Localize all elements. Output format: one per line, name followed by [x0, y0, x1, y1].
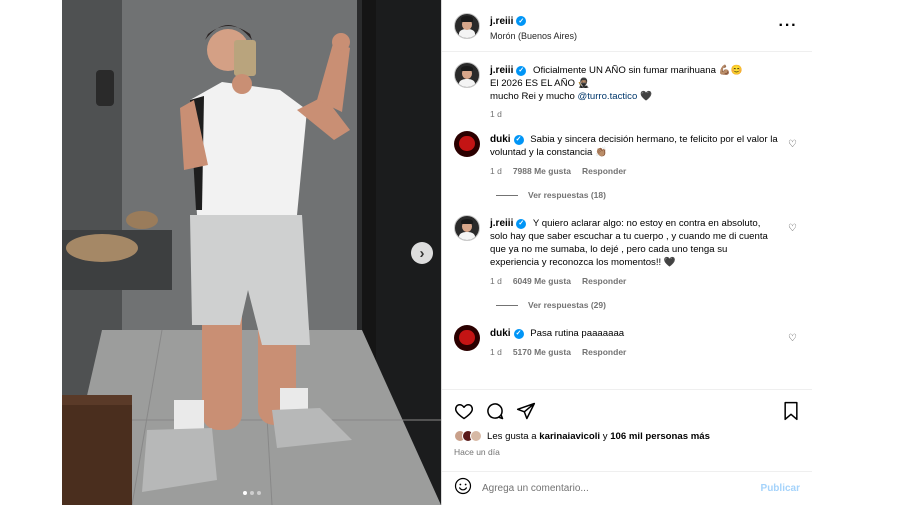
more-options-icon[interactable]: ···: [776, 17, 800, 35]
mirror-selfie-image: [62, 0, 441, 505]
comment-likes-link[interactable]: 6049 Me gusta: [513, 275, 571, 288]
comment-meta: 1 d 6049 Me gusta Responder: [490, 275, 778, 288]
verified-badge-icon: ✓: [516, 65, 527, 76]
verified-badge-icon: ✓: [516, 218, 527, 229]
comment-time: 1 d: [490, 166, 502, 176]
comment-time: 1 d: [490, 276, 502, 286]
view-replies-label[interactable]: Ver respuestas (18): [528, 190, 606, 200]
carousel-dot: [249, 491, 254, 495]
avatar[interactable]: [454, 12, 480, 39]
comment-time: 1 d: [490, 347, 502, 357]
add-comment-bar: Publicar: [442, 471, 812, 505]
comment-username[interactable]: duki ✓: [490, 133, 524, 146]
share-icon[interactable]: [516, 401, 536, 421]
comment-username[interactable]: duki ✓: [490, 327, 524, 340]
post-side-panel: j.reiii ✓ Morón (Buenos Aires) ··· j.rei…: [441, 0, 812, 505]
post-photo[interactable]: ›: [62, 0, 441, 505]
caption-line: El 2026 ES EL AÑO 🥷🏽: [490, 78, 590, 89]
carousel-dot: [256, 491, 261, 495]
reply-button[interactable]: Responder: [582, 275, 626, 288]
comment-body: duki ✓ Sabia y sincera decisión hermano, …: [490, 131, 778, 178]
likes-count-link[interactable]: 106 mil personas más: [610, 431, 710, 442]
caption-line: mucho Rei y mucho: [490, 91, 578, 102]
avatar[interactable]: [454, 215, 480, 241]
comment-likes-link[interactable]: 5170 Me gusta: [513, 346, 571, 359]
verified-badge-icon: ✓: [516, 16, 527, 26]
comment-username[interactable]: j.reiii ✓: [490, 217, 527, 230]
heart-icon[interactable]: [454, 401, 474, 421]
emoji-icon[interactable]: [454, 477, 472, 500]
post-header: j.reiii ✓ Morón (Buenos Aires) ···: [442, 0, 812, 52]
reply-button[interactable]: Responder: [582, 346, 626, 359]
author-username-text[interactable]: j.reiii: [490, 16, 513, 27]
comment-likes-link[interactable]: 7988 Me gusta: [513, 165, 571, 178]
publish-button[interactable]: Publicar: [761, 483, 800, 494]
verified-badge-icon: ✓: [513, 328, 524, 339]
caption-time: 1 d: [490, 109, 502, 119]
carousel-dot: [242, 491, 247, 495]
heart-icon[interactable]: ♡: [788, 325, 800, 359]
caption-meta: 1 d: [490, 108, 800, 121]
comment-text: duki ✓ Sabia y sincera decisión hermano, …: [490, 133, 778, 159]
comment-icon[interactable]: [485, 401, 505, 421]
caption: j.reiii ✓ Oficialmente UN AÑO sin fumar m…: [454, 62, 800, 121]
mention-link[interactable]: @turro.tactico: [577, 91, 637, 102]
heart-icon[interactable]: ♡: [788, 131, 800, 178]
comment-meta: 1 d 7988 Me gusta Responder: [490, 165, 778, 178]
comment-input[interactable]: [482, 483, 761, 494]
divider: [496, 304, 518, 306]
view-replies-label[interactable]: Ver respuestas (29): [528, 300, 606, 310]
location-link[interactable]: Morón (Buenos Aires): [490, 31, 776, 41]
view-replies-button[interactable]: Ver respuestas (29): [496, 300, 800, 310]
comment-meta: 1 d 5170 Me gusta Responder: [490, 346, 778, 359]
likes-text: Les gusta a karinaiavicoli y 106 mil per…: [487, 430, 710, 442]
author-block: j.reiii ✓ Morón (Buenos Aires): [490, 11, 776, 41]
comment-content: Pasa rutina paaaaaaa: [530, 328, 625, 339]
carousel-indicators: [62, 491, 441, 495]
post-actions: Les gusta a karinaiavicoli y 106 mil per…: [442, 389, 812, 465]
verified-badge-icon: ✓: [513, 134, 524, 145]
view-replies-button[interactable]: Ver respuestas (18): [496, 190, 800, 200]
chevron-right-icon[interactable]: ›: [411, 242, 433, 264]
comment-item: duki ✓ Sabia y sincera decisión hermano, …: [454, 131, 800, 178]
comment-text: j.reiii ✓ Y quiero aclarar algo: no estoy…: [490, 217, 778, 269]
avatar: [470, 430, 482, 442]
caption-username[interactable]: j.reiii ✓: [490, 64, 527, 77]
author-username[interactable]: j.reiii ✓: [490, 16, 527, 27]
caption-emoji: 🖤: [637, 91, 652, 102]
caption-body: j.reiii ✓ Oficialmente UN AÑO sin fumar m…: [490, 62, 800, 121]
comment-body: j.reiii ✓ Y quiero aclarar algo: no estoy…: [490, 215, 778, 288]
divider: [496, 194, 518, 196]
caption-text: j.reiii ✓ Oficialmente UN AÑO sin fumar m…: [490, 64, 800, 103]
heart-icon[interactable]: ♡: [788, 215, 800, 288]
comments-list[interactable]: j.reiii ✓ Oficialmente UN AÑO sin fumar m…: [442, 52, 812, 388]
avatar[interactable]: [454, 131, 480, 157]
likes-summary[interactable]: Les gusta a karinaiavicoli y 106 mil per…: [454, 430, 800, 442]
comment-item: j.reiii ✓ Y quiero aclarar algo: no estoy…: [454, 215, 800, 288]
liker-username[interactable]: karinaiavicoli: [539, 431, 600, 442]
comment-content: Y quiero aclarar algo: no estoy en contr…: [490, 218, 768, 268]
comment-body: duki ✓ Pasa rutina paaaaaaa 1 d 5170 Me g…: [490, 325, 778, 359]
avatar[interactable]: [454, 62, 480, 88]
caption-line: Oficialmente UN AÑO sin fumar marihuana …: [533, 65, 743, 76]
action-bar: [454, 398, 800, 424]
avatar[interactable]: [454, 325, 480, 351]
post-container: › j.reiii ✓ Morón (Buenos Aires) ··· j.r…: [62, 0, 812, 505]
bookmark-icon[interactable]: [782, 401, 800, 421]
comment-content: Sabia y sincera decisión hermano, te fel…: [490, 134, 778, 158]
reply-button[interactable]: Responder: [582, 165, 626, 178]
comment-text: duki ✓ Pasa rutina paaaaaaa: [490, 327, 778, 340]
post-time: Hace un día: [454, 447, 500, 457]
comment-item: duki ✓ Pasa rutina paaaaaaa 1 d 5170 Me g…: [454, 325, 800, 359]
